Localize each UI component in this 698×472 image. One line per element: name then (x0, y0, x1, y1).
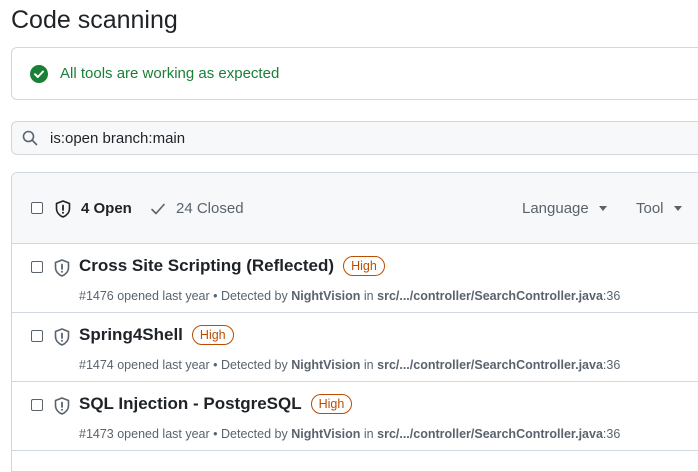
alert-row: Cross Site Scripting (Reflected) High #1… (12, 244, 698, 313)
alert-title-link[interactable]: Spring4Shell (79, 325, 183, 345)
caret-down-icon (598, 206, 607, 211)
tool-filter-dropdown[interactable]: Tool (636, 200, 682, 217)
alert-checkbox[interactable] (31, 399, 43, 411)
line-number: :36 (602, 358, 621, 372)
line-number: :36 (602, 427, 621, 441)
in-label: in (363, 427, 374, 441)
search-icon (22, 130, 38, 146)
search-bar[interactable] (11, 121, 698, 155)
alert-checkbox[interactable] (31, 261, 43, 273)
detected-by-label: Detected by (221, 289, 288, 303)
search-input[interactable] (48, 128, 652, 148)
alert-checkbox[interactable] (31, 330, 43, 342)
severity-badge: High (343, 256, 385, 276)
tools-status-banner: All tools are working as expected (11, 47, 698, 100)
alert-meta: #1474 opened last year • Detected by Nig… (79, 358, 621, 372)
shield-icon (55, 200, 71, 218)
alert-opened: #1474 opened last year (79, 358, 210, 372)
caret-down-icon (673, 206, 682, 211)
shield-alert-icon (54, 259, 70, 277)
alert-row: SQL Injection - PostgreSQL High #1473 op… (12, 382, 698, 451)
alert-row: Spring4Shell High #1474 opened last year… (12, 313, 698, 382)
tool-name: NightVision (291, 427, 361, 441)
select-all-checkbox[interactable] (31, 202, 43, 214)
file-path-link[interactable]: src/.../controller/SearchController.java (377, 289, 603, 303)
language-filter-label: Language (522, 200, 589, 217)
alerts-list: 4 Open 24 Closed Language Tool Cross Sit… (11, 172, 698, 472)
in-label: in (363, 289, 374, 303)
tool-name: NightVision (291, 358, 361, 372)
shield-alert-icon (54, 397, 70, 415)
language-filter-dropdown[interactable]: Language (522, 200, 607, 217)
alert-opened: #1473 opened last year (79, 427, 210, 441)
open-filter-tab[interactable]: 4 Open (81, 200, 132, 217)
line-number: :36 (602, 289, 621, 303)
list-header: 4 Open 24 Closed Language Tool (12, 173, 698, 244)
shield-alert-icon (54, 328, 70, 346)
alert-opened: #1476 opened last year (79, 289, 210, 303)
status-message: All tools are working as expected (60, 65, 280, 82)
detected-by-label: Detected by (221, 358, 288, 372)
tool-name: NightVision (291, 289, 361, 303)
severity-badge: High (310, 394, 353, 414)
alert-title-link[interactable]: Cross Site Scripting (Reflected) (79, 256, 334, 276)
alert-meta: #1473 opened last year • Detected by Nig… (79, 427, 621, 441)
check-circle-icon (30, 64, 48, 83)
alert-meta: #1476 opened last year • Detected by Nig… (79, 289, 621, 303)
severity-badge: High (191, 325, 234, 345)
alert-title-link[interactable]: SQL Injection - PostgreSQL (79, 394, 302, 414)
page-title: Code scanning (11, 6, 178, 34)
file-path-link[interactable]: src/.../controller/SearchController.java (377, 427, 603, 441)
closed-filter-tab[interactable]: 24 Closed (176, 200, 244, 217)
detected-by-label: Detected by (221, 427, 288, 441)
file-path-link[interactable]: src/.../controller/SearchController.java (377, 358, 603, 372)
in-label: in (363, 358, 374, 372)
tool-filter-label: Tool (636, 200, 664, 217)
check-icon (151, 203, 165, 215)
